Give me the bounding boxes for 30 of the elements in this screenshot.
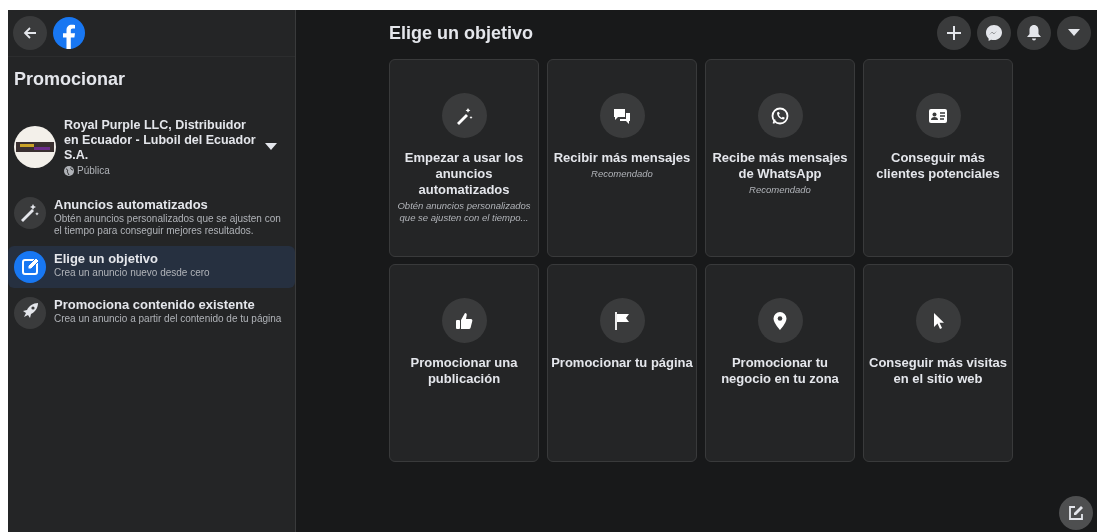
- privacy-label: Pública: [77, 165, 110, 176]
- page-heading: Elige un objetivo: [389, 22, 533, 44]
- objective-title: Recibe más mensajes de WhatsApp: [711, 150, 849, 182]
- objective-card[interactable]: Empezar a usar los anuncios automatizados Obtén anuncios personalizados que se ajusten con el tiempo...: [389, 59, 539, 257]
- objective-title: Promocionar tu negocio en tu zona: [720, 355, 840, 387]
- objective-title: Recibir más mensajes: [553, 150, 691, 166]
- objective-subtitle: Recomendado: [749, 184, 811, 196]
- sidebar-item[interactable]: Anuncios automatizados Obtén anuncios personalizados que se ajusten con el tiempo para conseguir mejores resultados.: [8, 192, 295, 242]
- item-description: Crea un anuncio a partir del contenido de tu página: [54, 313, 282, 325]
- objective-title: Conseguir más visitas en el sitio web: [868, 355, 1008, 387]
- objective-card[interactable]: Recibir más mensajes Recomendado: [547, 59, 697, 257]
- item-description: Crea un anuncio nuevo desde cero: [54, 267, 210, 279]
- objective-title: Empezar a usar los anuncios automatizados: [403, 150, 525, 198]
- sidebar-title: Promocionar: [13, 68, 127, 91]
- objective-card[interactable]: Conseguir más visitas en el sitio web: [863, 264, 1013, 462]
- objective-card[interactable]: Conseguir más clientes potenciales: [863, 59, 1013, 257]
- objective-title: Promocionar una publicación: [409, 355, 519, 387]
- objective-card[interactable]: Promocionar una publicación: [389, 264, 539, 462]
- objective-card[interactable]: Promocionar tu negocio en tu zona: [705, 264, 855, 462]
- sidebar-item[interactable]: Promociona contenido existente Crea un anuncio a partir del contenido de tu página: [8, 292, 295, 334]
- page-name: Royal Purple LLC, Distribuidor en Ecuador - Luboil del Ecuador S.A.: [64, 118, 257, 163]
- objective-card[interactable]: Recibe más mensajes de WhatsApp Recomendado: [705, 59, 855, 257]
- objective-subtitle: Recomendado: [591, 168, 653, 180]
- objective-card[interactable]: Promocionar tu página: [547, 264, 697, 462]
- item-description: Obtén anuncios personalizados que se ajusten con el tiempo para conseguir mejores resultados.: [54, 213, 282, 237]
- sidebar-item[interactable]: Elige un objetivo Crea un anuncio nuevo desde cero: [8, 246, 295, 288]
- objective-subtitle: Obtén anuncios personalizados que se ajusten con el tiempo...: [396, 200, 532, 224]
- objective-title: Promocionar tu página: [551, 355, 693, 371]
- page-selector[interactable]: Royal Purple LLC, Distribuidor en Ecuador - Luboil del Ecuador S.A. Pública: [8, 112, 295, 182]
- objective-title: Conseguir más clientes potenciales: [875, 150, 1001, 182]
